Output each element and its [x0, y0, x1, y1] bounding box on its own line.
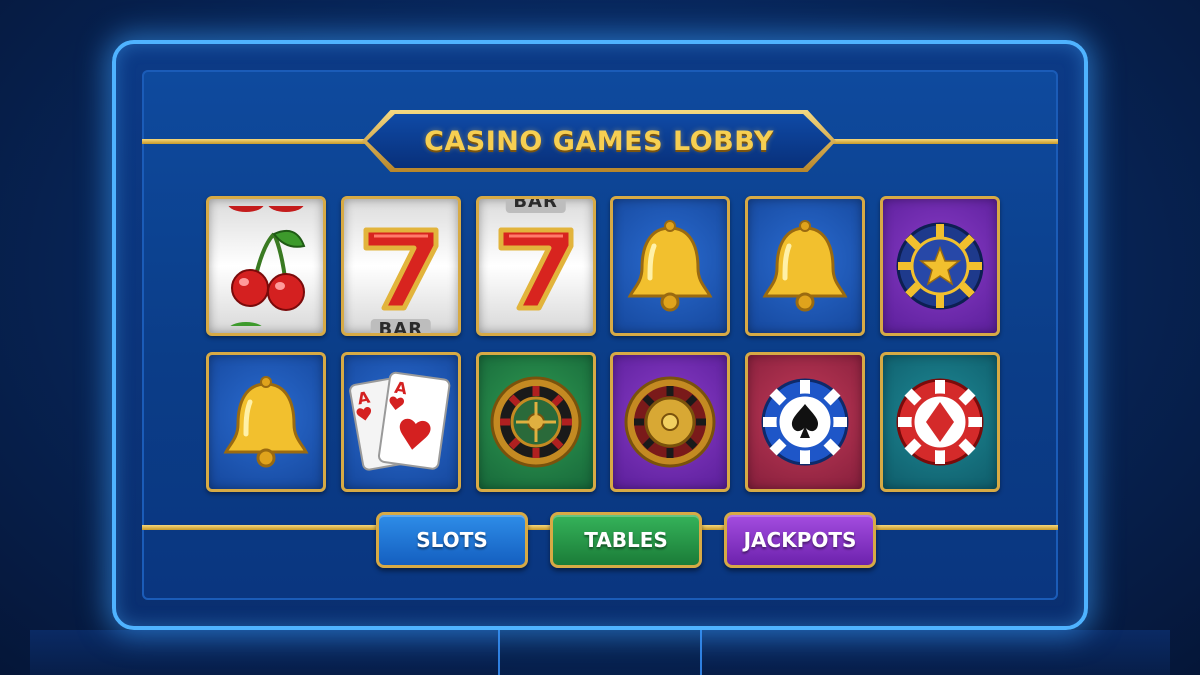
tab-tables[interactable]: TABLES — [550, 512, 702, 568]
game-tile-roulette-green[interactable] — [475, 352, 596, 492]
game-tile-roulette-purple[interactable] — [610, 352, 731, 492]
star-chip-icon — [896, 222, 984, 310]
roulette-wheel-icon — [490, 376, 582, 468]
reel-bar-label: BAR — [505, 199, 566, 213]
tab-slots[interactable]: SLOTS — [376, 512, 528, 568]
game-tile-bell-slot-3[interactable] — [206, 352, 326, 492]
aces-cards-icon: A A — [348, 371, 451, 471]
bell-icon — [762, 220, 848, 312]
game-tile-diamond-chip[interactable] — [879, 352, 1000, 492]
category-tabs: SLOTS TABLES JACKPOTS — [376, 512, 878, 570]
monitor-frame: CASINO GAMES LOBBY BAR BAR A A SLOTS TAB… — [112, 40, 1088, 630]
bell-icon — [627, 220, 713, 312]
cherry-icon — [228, 206, 306, 326]
game-tile-spade-chip[interactable] — [745, 352, 866, 492]
game-tile-cherry-slot[interactable] — [206, 196, 326, 336]
reel-bar-label: BAR — [370, 319, 432, 333]
roulette-wheel-icon — [624, 376, 716, 468]
game-tile-seven-slot[interactable]: BAR — [340, 196, 461, 336]
game-tile-bell-slot-2[interactable] — [745, 196, 866, 336]
lobby-title: CASINO GAMES LOBBY — [424, 125, 774, 157]
monitor-stand-left — [30, 630, 500, 675]
game-tile-star-chip[interactable] — [879, 196, 1000, 336]
seven-icon — [363, 227, 439, 311]
game-tile-aces-cards[interactable]: A A — [340, 352, 461, 492]
game-tile-seven-bar-slot[interactable]: BAR — [475, 196, 596, 336]
lobby-screen: CASINO GAMES LOBBY BAR BAR A A SLOTS TAB… — [142, 70, 1058, 600]
bell-icon — [223, 376, 309, 468]
game-tile-bell-slot[interactable] — [610, 196, 731, 336]
seven-icon — [498, 227, 574, 311]
monitor-stand-right — [700, 630, 1170, 675]
game-grid: BAR BAR A A — [206, 196, 1000, 492]
diamond-chip-icon — [896, 378, 984, 466]
tab-jackpots[interactable]: JACKPOTS — [724, 512, 876, 568]
spade-chip-icon — [761, 378, 849, 466]
title-plate: CASINO GAMES LOBBY — [367, 114, 831, 168]
